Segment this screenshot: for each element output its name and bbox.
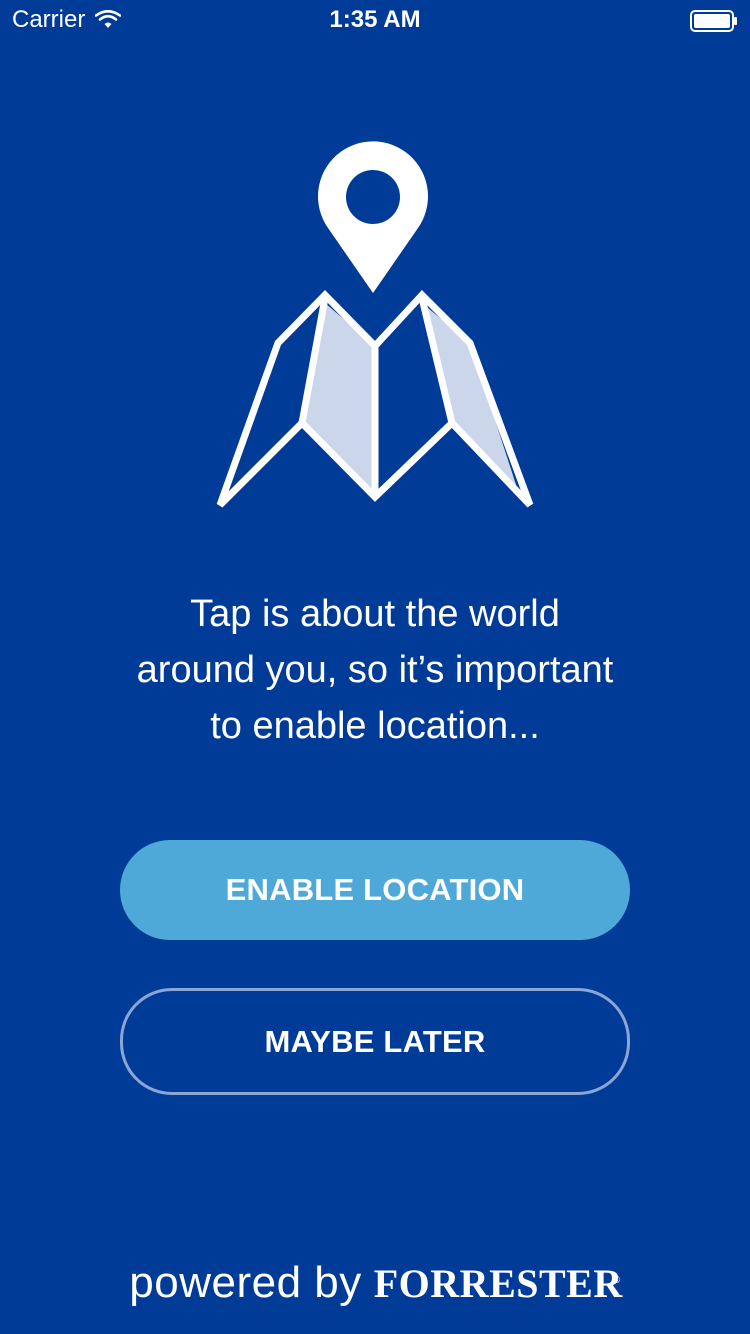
- enable-location-button[interactable]: ENABLE LOCATION: [120, 840, 630, 940]
- forrester-logo: FORRESTER®: [373, 1260, 623, 1307]
- powered-by-text: powered by: [129, 1258, 362, 1307]
- map-illustration: [216, 141, 534, 508]
- location-message: Tap is about the world around you, so it…: [136, 593, 614, 747]
- battery-icon: [690, 10, 737, 32]
- registered-mark: ®: [612, 1274, 621, 1286]
- maybe-later-button[interactable]: MAYBE LATER: [120, 988, 630, 1095]
- status-time: 1:35 AM: [329, 6, 421, 33]
- map-pin-icon: [318, 141, 428, 293]
- brand-name: FORRESTER: [373, 1261, 623, 1306]
- status-bar: Carrier 1:35 AM: [0, 0, 750, 40]
- folded-map-icon: [216, 289, 534, 508]
- powered-by-footer: powered by FORRESTER®: [0, 1258, 750, 1308]
